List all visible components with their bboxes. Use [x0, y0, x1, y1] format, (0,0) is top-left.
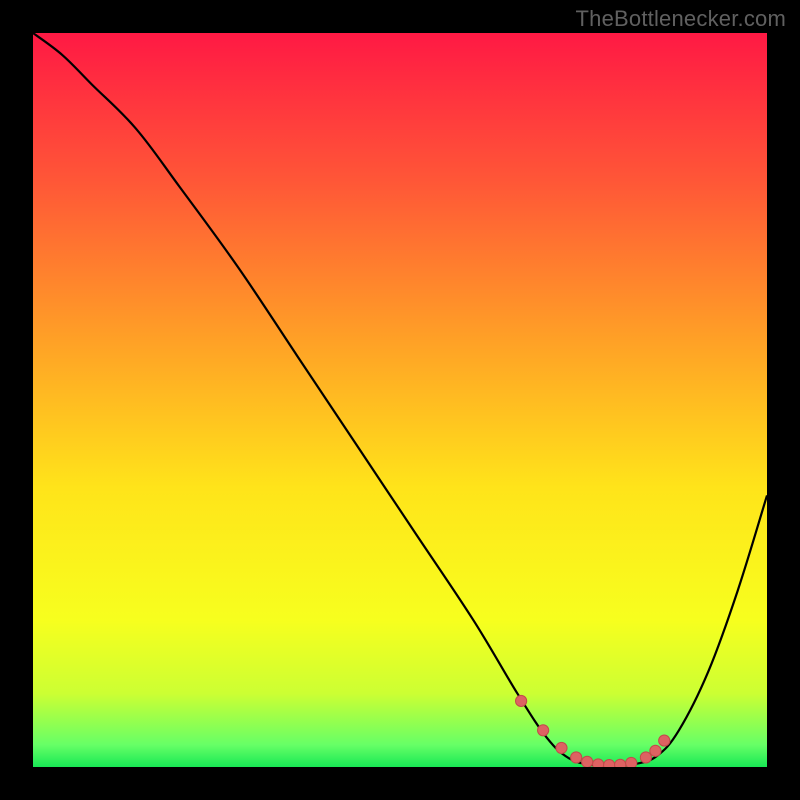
- curve-marker: [582, 756, 593, 767]
- curve-marker: [640, 752, 651, 763]
- bottleneck-curve: [33, 33, 767, 767]
- marker-group: [516, 695, 670, 767]
- curve-marker: [659, 735, 670, 746]
- curve-marker: [571, 752, 582, 763]
- curve-marker: [650, 745, 661, 756]
- curve-marker: [604, 760, 615, 767]
- curve-marker: [626, 757, 637, 767]
- curve-marker: [556, 742, 567, 753]
- curve-line: [33, 33, 767, 766]
- chart-frame: TheBottlenecker.com: [0, 0, 800, 800]
- plot-area: [33, 33, 767, 767]
- curve-marker: [538, 725, 549, 736]
- curve-marker: [516, 695, 527, 706]
- watermark-text: TheBottlenecker.com: [576, 6, 786, 32]
- curve-marker: [615, 759, 626, 767]
- curve-marker: [593, 759, 604, 767]
